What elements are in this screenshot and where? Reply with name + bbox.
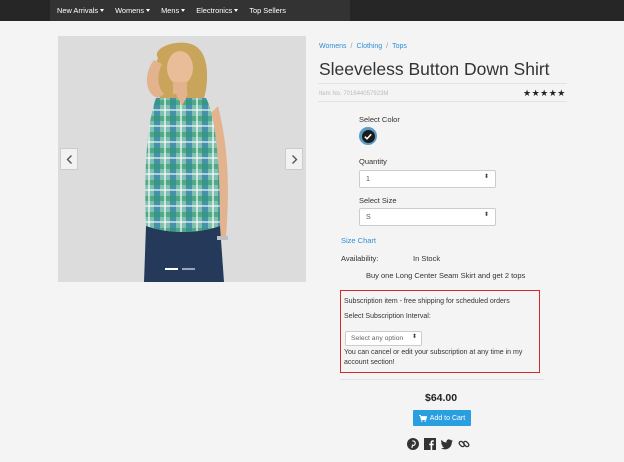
caret-down-icon [146, 9, 151, 12]
nav-label: Mens [161, 6, 180, 15]
quantity-label: Quantity [359, 157, 387, 166]
pinterest-icon[interactable] [407, 437, 419, 450]
size-chart-link[interactable]: Size Chart [341, 236, 376, 245]
breadcrumb: Womens / Clothing / Tops [319, 43, 407, 50]
breadcrumb-link-womens[interactable]: Womens [319, 43, 347, 50]
social-share [407, 437, 470, 450]
product-title: Sleeveless Button Down Shirt [319, 59, 550, 79]
item-number: Item No. 701644057923M [319, 91, 389, 97]
nav-label: Womens [115, 6, 145, 15]
caret-down-icon [100, 9, 105, 12]
promo-text: Buy one Long Center Seam Skirt and get 2… [366, 271, 526, 280]
facebook-icon[interactable] [424, 437, 436, 450]
availability-value: In Stock [413, 254, 441, 263]
nav-item-electronics[interactable]: Electronics [196, 6, 239, 15]
link-icon[interactable] [458, 437, 470, 449]
chevron-left-icon [66, 154, 72, 164]
add-to-cart-label: Add to Cart [429, 414, 466, 422]
product-image-carousel [58, 36, 306, 282]
nav-menu: New Arrivals Womens Mens Electronics Top… [50, 0, 350, 21]
nav-item-womens[interactable]: Womens [115, 6, 151, 15]
select-size-label: Select Size [359, 196, 397, 205]
rating-stars: ★★★★★ [523, 88, 566, 98]
size-select[interactable]: S ⬍ [359, 208, 496, 226]
color-swatch[interactable] [359, 127, 377, 145]
nav-item-mens[interactable]: Mens [161, 6, 186, 15]
subscription-interval-select[interactable]: Select any option ⬍ [345, 331, 422, 346]
product-price: $64.00 [425, 392, 458, 404]
nav-label: Top Sellers [249, 6, 286, 15]
carousel-indicators [165, 268, 195, 270]
carousel-indicator[interactable] [182, 268, 195, 270]
select-color-label: Select Color [359, 115, 400, 124]
nav-label: New Arrivals [57, 6, 99, 15]
quantity-value: 1 [366, 175, 370, 183]
select-arrows-icon: ⬍ [483, 174, 489, 180]
availability-label: Availability: [341, 254, 379, 263]
nav-item-top-sellers[interactable]: Top Sellers [249, 6, 286, 15]
breadcrumb-link-clothing[interactable]: Clothing [356, 43, 382, 50]
divider [318, 101, 567, 102]
twitter-icon[interactable] [441, 437, 453, 450]
nav-item-new-arrivals[interactable]: New Arrivals [57, 6, 105, 15]
color-swatch-fill [361, 129, 375, 143]
breadcrumb-link-tops[interactable]: Tops [392, 43, 407, 50]
checkmark-icon [364, 133, 372, 140]
breadcrumb-separator: / [386, 43, 389, 50]
select-arrows-icon: ⬍ [483, 212, 489, 218]
subscription-interval-placeholder: Select any option [351, 335, 404, 342]
top-navbar: New Arrivals Womens Mens Electronics Top… [0, 0, 624, 21]
add-to-cart-button[interactable]: Add to Cart [413, 410, 471, 426]
subscription-box: Subscription item - free shipping for sc… [340, 290, 540, 373]
nav-label: Electronics [196, 6, 233, 15]
product-photo [58, 36, 306, 282]
cart-icon [418, 414, 427, 422]
quantity-select[interactable]: 1 ⬍ [359, 170, 496, 188]
divider [340, 379, 544, 380]
subscription-interval-label: Select Subscription Interval: [344, 313, 431, 320]
caret-down-icon [181, 9, 186, 12]
breadcrumb-separator: / [350, 43, 353, 50]
carousel-indicator[interactable] [165, 268, 178, 270]
carousel-prev-button[interactable] [60, 148, 78, 170]
subscription-note: You can cancel or edit your subscription… [344, 349, 523, 366]
caret-down-icon [234, 9, 239, 12]
divider [318, 83, 567, 84]
select-arrows-icon: ⬍ [411, 334, 417, 340]
size-value: S [366, 213, 371, 221]
carousel-next-button[interactable] [285, 148, 303, 170]
chevron-right-icon [291, 154, 297, 164]
subscription-title: Subscription item - free shipping for sc… [344, 298, 510, 305]
